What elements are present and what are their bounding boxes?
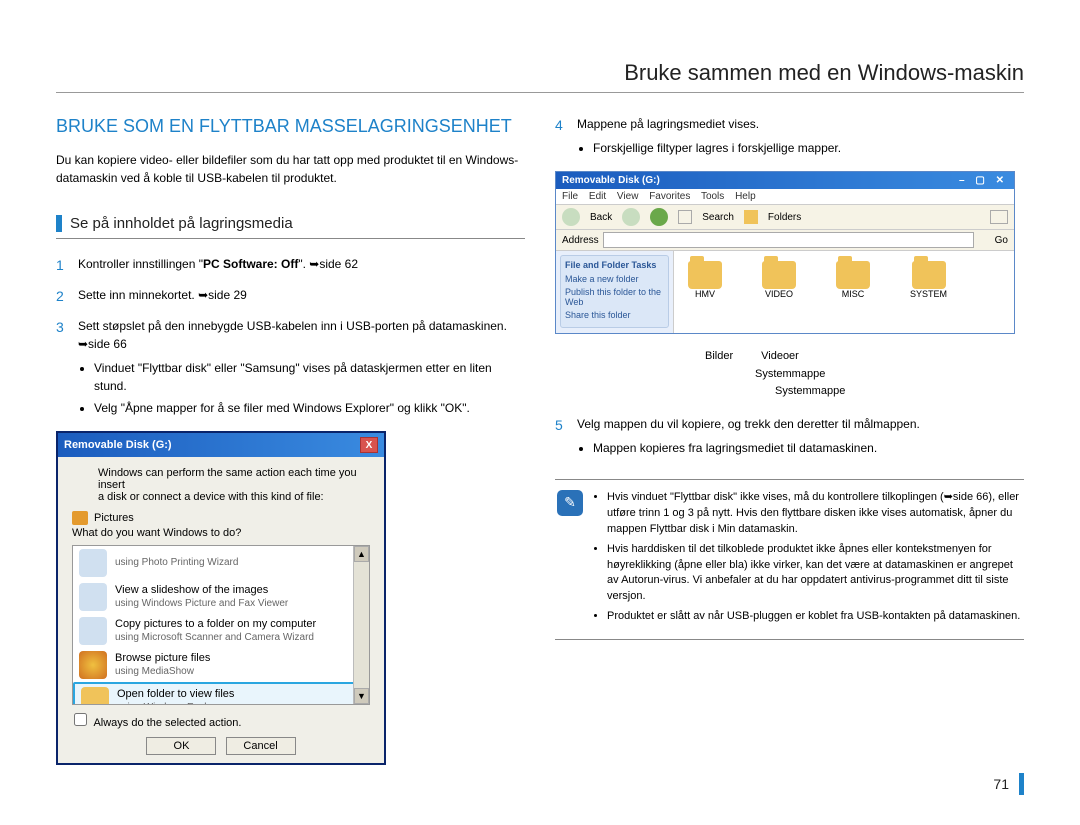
callout-videoer: Videoer [761,348,799,366]
step-3: Sett støpslet på den innebygde USB-kabel… [78,317,525,353]
slideshow-icon [79,583,107,611]
step-num-5: 5 [555,415,567,461]
explorer-side-panel: File and Folder Tasks Make a new folder … [556,251,674,333]
folder-icon [81,687,109,705]
step-1a: Kontroller innstillingen " [78,257,203,271]
note-icon: ✎ [557,490,583,516]
cancel-button[interactable]: Cancel [226,737,296,755]
option-5-sub: using Windows Explorer [117,702,234,705]
menu-edit[interactable]: Edit [589,191,606,202]
option-2-sub: using Windows Picture and Fax Viewer [115,598,288,611]
removable-disk-dialog: Removable Disk (G:) X Windows can perfor… [56,431,386,765]
option-3-sub: using Microsoft Scanner and Camera Wizar… [115,632,316,645]
address-input[interactable] [603,232,974,248]
printer-icon [79,549,107,577]
folder-item[interactable]: VIDEO [762,261,796,323]
note-3: Produktet er slått av når USB-pluggen er… [607,609,1022,625]
callout-systemmappe-1: Systemmappe [755,368,825,380]
folder-item[interactable]: SYSTEM [910,261,947,323]
side-panel-header: File and Folder Tasks [565,260,664,270]
forward-icon[interactable] [622,208,640,226]
folder-item[interactable]: MISC [836,261,870,323]
dialog-title: Removable Disk (G:) [64,439,172,451]
folder-item[interactable]: HMV [688,261,722,323]
dialog-prompt-line2: a disk or connect a device with this kin… [98,491,370,503]
intro-text: Du kan kopiere video- eller bildefiler s… [56,152,525,187]
folder-icon [688,261,722,289]
menu-help[interactable]: Help [735,191,756,202]
go-icon[interactable] [978,233,992,247]
always-label: Always do the selected action. [93,717,241,729]
side-link-2[interactable]: Publish this folder to the Web [565,287,664,307]
folder-label-3: MISC [842,289,865,299]
option-1[interactable]: using Photo Printing Wizard [115,557,238,570]
note-2: Hvis harddisken til det tilkoblede produ… [607,542,1022,606]
step-num-4: 4 [555,115,567,161]
step-1b: PC Software: Off [203,257,298,271]
copy-icon [79,617,107,645]
folders-label[interactable]: Folders [768,212,801,223]
dialog-option-list[interactable]: using Photo Printing Wizard View a slide… [72,545,370,705]
folder-label-2: VIDEO [765,289,793,299]
step-num-3: 3 [56,317,68,421]
side-link-3[interactable]: Share this folder [565,310,664,320]
explorer-menubar[interactable]: File Edit View Favorites Tools Help [556,189,1014,205]
step-3-bullet-1: Vinduet "Flyttbar disk" eller "Samsung" … [94,359,525,395]
scroll-up-icon[interactable]: ▲ [354,546,369,562]
scroll-down-icon[interactable]: ▼ [354,688,369,704]
option-4[interactable]: Browse picture files [115,652,210,666]
sub-heading: Se på innholdet på lagringsmedia [56,215,525,232]
section-title: BRUKE SOM EN FLYTTBAR MASSELAGRINGSENHET [56,115,525,138]
pictures-icon [72,511,88,525]
go-label[interactable]: Go [995,235,1008,246]
dialog-prompt-line1: Windows can perform the same action each… [98,467,370,491]
folder-icon [912,261,946,289]
explorer-window-controls[interactable]: – ▢ ✕ [959,175,1008,186]
option-5[interactable]: Open folder to view files [117,688,234,702]
step-4: Mappene på lagringsmediet vises. [577,115,841,133]
step-4-bullet-1: Forskjellige filtyper lagres i forskjell… [593,139,841,157]
callout-systemmappe-2: Systemmappe [775,385,845,397]
folder-label-1: HMV [695,289,715,299]
page-number: 71 [993,773,1024,795]
menu-view[interactable]: View [617,191,639,202]
step-5-bullet-1: Mappen kopieres fra lagringsmediet til d… [593,439,920,457]
chapter-title: Bruke sammen med en Windows-maskin [56,60,1024,93]
step-5: Velg mappen du vil kopiere, og trekk den… [577,415,920,433]
step-3-bullet-2: Velg "Åpne mapper for å se filer med Win… [94,399,525,417]
step-2: Sette inn minnekortet. ➥side 29 [78,286,247,307]
scrollbar[interactable]: ▲ ▼ [353,546,369,704]
step-num-2: 2 [56,286,68,307]
pictures-label: Pictures [94,512,134,524]
step-num-1: 1 [56,255,68,276]
menu-tools[interactable]: Tools [701,191,724,202]
note-1: Hvis vinduet "Flyttbar disk" ikke vises,… [607,490,1022,538]
callout-bilder: Bilder [705,348,733,366]
side-link-1[interactable]: Make a new folder [565,274,664,284]
search-label[interactable]: Search [702,212,734,223]
folder-label-4: SYSTEM [910,289,947,299]
up-icon[interactable] [650,208,668,226]
option-2[interactable]: View a slideshow of the images [115,584,288,598]
folders-icon[interactable] [744,210,758,224]
address-label: Address [562,235,599,246]
menu-favorites[interactable]: Favorites [649,191,690,202]
views-icon[interactable] [990,210,1008,224]
ok-button[interactable]: OK [146,737,216,755]
close-icon[interactable]: X [360,437,378,453]
explorer-window: Removable Disk (G:) – ▢ ✕ File Edit View… [555,171,1015,334]
back-label[interactable]: Back [590,212,612,223]
menu-file[interactable]: File [562,191,578,202]
folder-icon [836,261,870,289]
option-3[interactable]: Copy pictures to a folder on my computer [115,618,316,632]
back-icon[interactable] [562,208,580,226]
always-checkbox[interactable] [74,713,87,726]
option-4-sub: using MediaShow [115,666,210,679]
dialog-question: What do you want Windows to do? [72,527,370,539]
mediashow-icon [79,651,107,679]
search-icon[interactable] [678,210,692,224]
step-1c: ". ➥side 62 [298,257,358,271]
folder-icon [762,261,796,289]
explorer-title: Removable Disk (G:) [562,175,660,186]
